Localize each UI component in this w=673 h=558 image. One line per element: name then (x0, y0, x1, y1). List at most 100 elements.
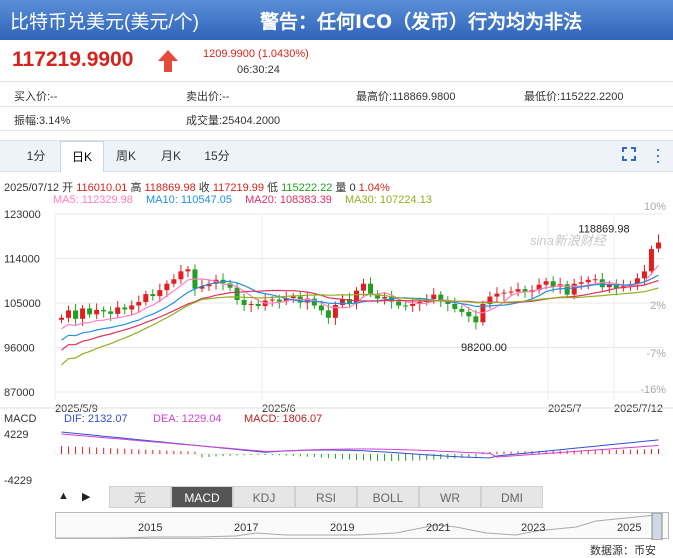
low-label: 低 (267, 182, 279, 194)
candle-body (473, 316, 479, 323)
macd-top-label: 4229 (4, 429, 28, 441)
candle-body (241, 300, 247, 305)
data-source: 数据源：币安 (590, 545, 656, 557)
candle-body (571, 283, 577, 295)
candle-body (276, 299, 282, 302)
candle-body (87, 308, 93, 315)
candle-body (543, 281, 549, 285)
bid-price: 买入价:-- (14, 91, 58, 103)
candle-body (431, 294, 437, 300)
divider (0, 106, 673, 107)
volume: 成交量:25404.2000 (186, 115, 281, 127)
more-options-icon[interactable]: · · · (652, 140, 664, 170)
close-value: 117219.99 (212, 182, 264, 194)
candle-body (452, 303, 458, 309)
dif-value: DIF: 2132.07 (64, 413, 128, 425)
fullscreen-icon[interactable] (621, 146, 637, 162)
candle-body (73, 310, 79, 319)
candle-body (494, 293, 500, 297)
candle-body (143, 294, 149, 303)
nav-year: 2021 (426, 522, 451, 534)
candle-body (550, 281, 556, 287)
nav-year: 2019 (330, 522, 355, 534)
candle-body (592, 279, 598, 281)
candle-body (578, 282, 584, 284)
pct-tick-label: 2% (650, 300, 666, 312)
pct-value: 1.04% (358, 182, 390, 194)
candle-body (585, 279, 591, 283)
open-value: 116010.01 (76, 182, 128, 194)
candle-body (396, 301, 402, 306)
macd-bottom-label: -4229 (4, 475, 32, 485)
tab-1min[interactable]: 1分 (18, 141, 54, 172)
candle-body (122, 307, 128, 310)
candle-body (466, 311, 472, 317)
candle-body (255, 303, 261, 306)
candle-body (269, 299, 275, 301)
current-price: 117219.9900 (12, 48, 134, 71)
indicator-rsi[interactable]: RSI (295, 486, 357, 508)
high-label: 高 (130, 182, 142, 194)
indicator-macd[interactable]: MACD (171, 486, 233, 508)
candle-body (318, 305, 324, 311)
price-change: 1209.9900 (1.0430%) (203, 48, 309, 60)
warning-banner: 警告：任何ICO（发币）行为均为非法 (260, 11, 583, 33)
candle-body (508, 291, 514, 293)
candle-body (501, 292, 507, 294)
indicator-boll[interactable]: BOLL (357, 486, 419, 508)
divider (0, 81, 673, 82)
indicator-tabs: 无 MACD KDJ RSI BOLL WR DMI (55, 486, 672, 510)
indicator-wr[interactable]: WR (419, 486, 481, 508)
candle-body (410, 303, 416, 306)
candle-body (157, 290, 163, 297)
nav-year: 2025 (617, 522, 642, 534)
macd-value: MACD: 1806.07 (244, 413, 322, 425)
candle-body (171, 279, 177, 284)
candle-body (641, 271, 647, 279)
min-label: 98200.00 (461, 342, 507, 354)
vol-label: 量 (335, 182, 347, 194)
low-price: 最低价:115222.2200 (524, 91, 624, 103)
y-tick-label: 114000 (4, 254, 40, 266)
max-label: 118869.98 (578, 223, 629, 235)
up-arrow-icon (158, 50, 178, 72)
tab-daily[interactable]: 日K (60, 141, 104, 172)
candle-body (234, 287, 240, 301)
nav-year: 2017 (234, 522, 259, 534)
candle-body (129, 305, 135, 310)
candle-body (655, 242, 661, 249)
candle-body (368, 283, 374, 294)
indicator-dmi[interactable]: DMI (481, 486, 543, 508)
indicator-none[interactable]: 无 (109, 486, 171, 508)
tab-weekly[interactable]: 周K (108, 141, 144, 172)
low-value: 115222.22 (281, 182, 333, 194)
amplitude: 振幅:3.14% (14, 115, 71, 127)
pct-tick-label: -16% (640, 384, 666, 396)
candle-body (290, 296, 296, 299)
candle-body (115, 307, 121, 314)
vol-value: 0 (349, 182, 356, 194)
high-value: 118869.98 (144, 182, 196, 194)
page-title: 比特币兑美元(美元/个) (10, 12, 199, 33)
ohlc-legend: 2025/07/12 开 116010.01 高 118869.98 收 117… (4, 179, 390, 195)
pct-tick-label: -7% (646, 348, 666, 360)
pct-tick-label: 10% (644, 201, 666, 213)
y-tick-label: 105000 (4, 298, 41, 310)
candle-body (361, 283, 367, 291)
candle-body (150, 294, 156, 297)
open-label: 开 (62, 182, 74, 194)
candle-body (101, 309, 107, 312)
candle-body (403, 305, 409, 307)
candle-body (515, 289, 521, 292)
y-tick-label: 96000 (4, 343, 35, 355)
divider (0, 130, 673, 131)
tab-15min[interactable]: 15分 (197, 141, 237, 172)
indicator-kdj[interactable]: KDJ (233, 486, 295, 508)
tab-monthly[interactable]: 月K (153, 141, 189, 172)
high-price: 最高价:118869.9800 (356, 91, 456, 103)
x-tick-label: 2025/7 (548, 403, 582, 415)
candle-body (325, 310, 331, 318)
candle-body (382, 297, 388, 299)
kline-chart[interactable]: 123000 114000 105000 96000 87000 10% 2% -7% -16%… (0, 200, 673, 485)
ask-price: 卖出价:-- (186, 91, 230, 103)
